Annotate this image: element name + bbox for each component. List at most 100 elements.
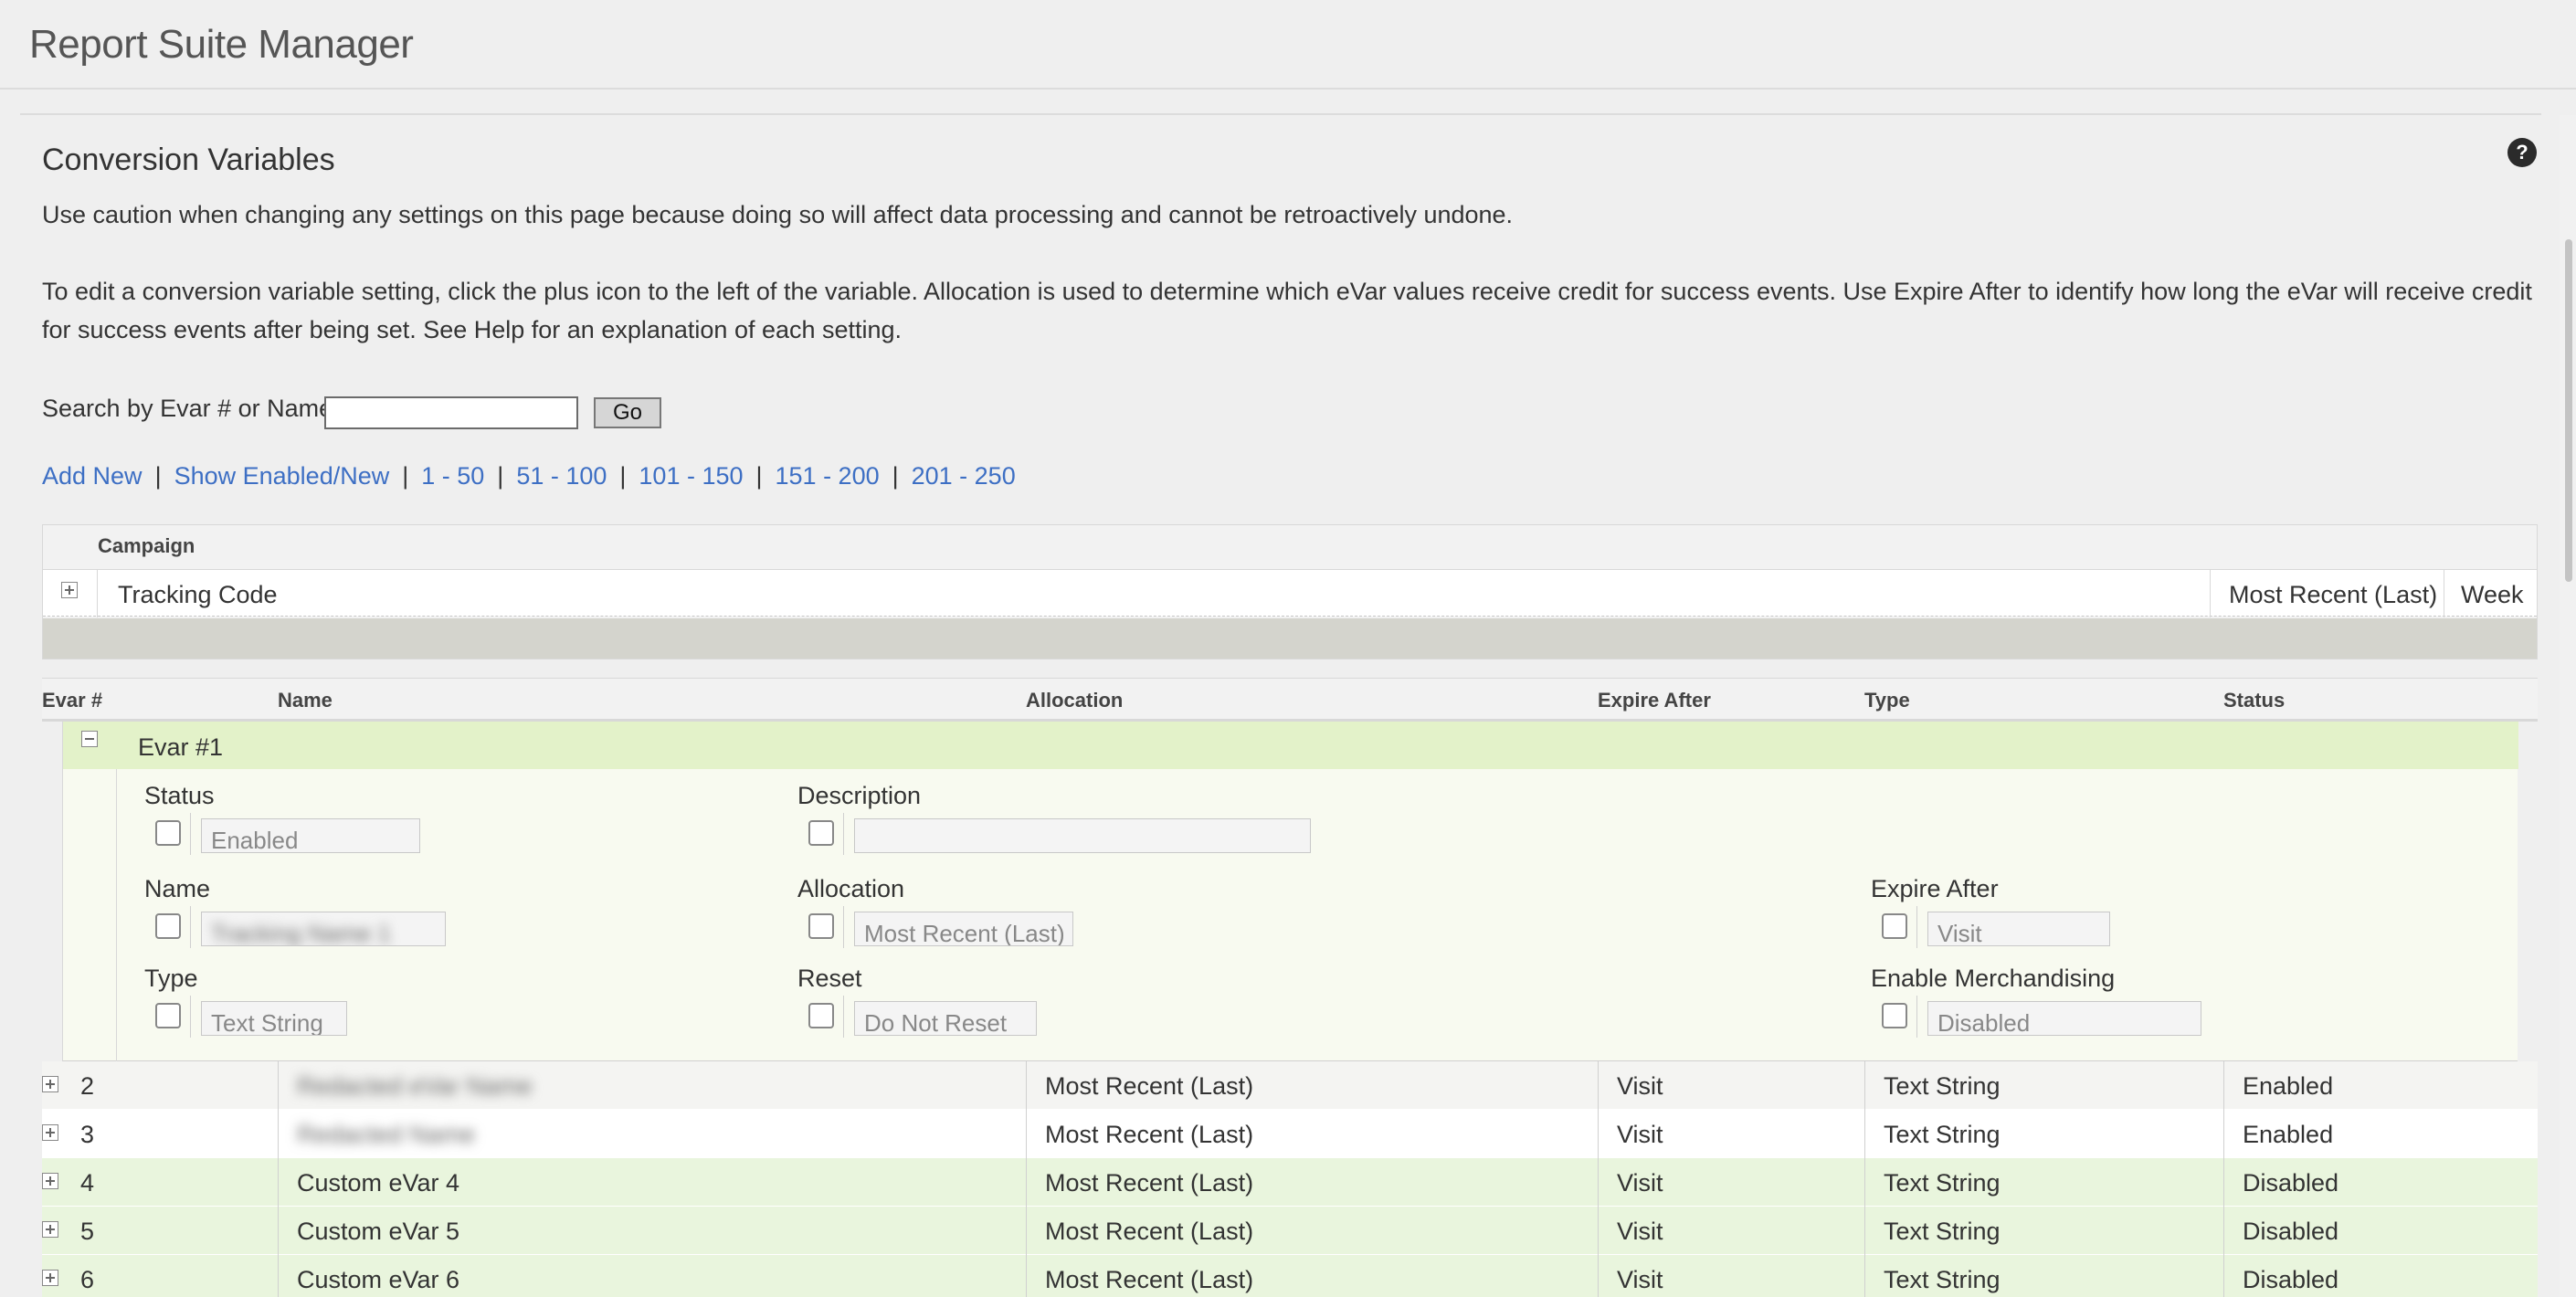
nav-separator: |	[154, 462, 162, 490]
evar-allocation: Most Recent (Last)	[1026, 1061, 1598, 1110]
expand-plus-icon[interactable]	[42, 1221, 58, 1238]
tracking-code-expire: Week	[2444, 570, 2537, 617]
range-link-101-150[interactable]: 101 - 150	[639, 462, 743, 490]
col-header-name[interactable]: Name	[278, 689, 333, 712]
scrollbar-thumb[interactable]	[2565, 239, 2572, 582]
evar-status: Disabled	[2223, 1158, 2538, 1207]
tracking-code-allocation: Most Recent (Last)	[2210, 570, 2444, 617]
description-divider	[843, 813, 844, 855]
evar-1-settings: Status Enabled Description Name Tracking…	[116, 769, 2518, 1061]
evar-expire: Visit	[1598, 1207, 1864, 1255]
collapse-minus-icon[interactable]	[81, 731, 98, 747]
evar-name-cell: Redacted Name	[278, 1110, 1026, 1158]
evar-name: Redacted Name	[297, 1121, 476, 1148]
evar-row-3[interactable]: 3 Redacted Name Most Recent (Last) Visit…	[42, 1110, 2538, 1158]
col-header-allocation[interactable]: Allocation	[1026, 689, 1123, 712]
show-enabled-link[interactable]: Show Enabled/New	[174, 462, 390, 490]
nav-separator: |	[892, 462, 899, 490]
add-new-link[interactable]: Add New	[42, 462, 143, 490]
col-header-evar[interactable]: Evar #	[42, 689, 102, 712]
evar-type: Text String	[1864, 1110, 2223, 1158]
page-scrollbar[interactable]	[2560, 115, 2576, 1297]
expand-plus-icon[interactable]	[42, 1124, 58, 1141]
name-checkbox[interactable]	[155, 913, 181, 939]
evar-number: 2	[80, 1072, 95, 1100]
campaign-footer-strip	[43, 618, 2537, 659]
evar-table-header: Evar # Name Allocation Expire After Type…	[42, 678, 2538, 722]
expire-field[interactable]: Visit	[1927, 912, 2110, 946]
type-field[interactable]: Text String	[201, 1001, 347, 1036]
merchandising-label: Enable Merchandising	[1871, 965, 2116, 992]
col-header-type[interactable]: Type	[1864, 689, 1910, 712]
name-field[interactable]: Tracking Name 1	[201, 912, 446, 946]
evar-expire: Visit	[1598, 1110, 1864, 1158]
evar-expire: Visit	[1598, 1255, 1864, 1297]
type-checkbox[interactable]	[155, 1003, 181, 1028]
evar-type: Text String	[1864, 1255, 2223, 1297]
nav-separator: |	[497, 462, 504, 490]
expire-checkbox[interactable]	[1882, 913, 1907, 939]
description-label: Description	[797, 782, 922, 809]
reset-field[interactable]: Do Not Reset	[854, 1001, 1037, 1036]
name-field-value: Tracking Name 1	[211, 920, 391, 946]
nav-separator: |	[402, 462, 409, 490]
range-link-151-200[interactable]: 151 - 200	[776, 462, 880, 490]
reset-checkbox[interactable]	[808, 1003, 834, 1028]
col-header-expire[interactable]: Expire After	[1598, 689, 1711, 712]
name-divider	[190, 906, 191, 948]
evar-name: Redacted eVar Name	[297, 1072, 533, 1100]
reset-label: Reset	[797, 965, 862, 992]
allocation-divider	[843, 906, 844, 948]
allocation-checkbox[interactable]	[808, 913, 834, 939]
evar-status: Disabled	[2223, 1255, 2538, 1297]
evar-expire: Visit	[1598, 1061, 1864, 1110]
evar-row-6[interactable]: 6 Custom eVar 6 Most Recent (Last) Visit…	[42, 1255, 2538, 1297]
evar-number: 5	[80, 1218, 95, 1245]
evar-1-toggle-cell	[63, 722, 116, 769]
status-field[interactable]: Enabled	[201, 818, 420, 853]
evar-row-2[interactable]: 2 Redacted eVar Name Most Recent (Last) …	[42, 1061, 2538, 1110]
expand-plus-icon[interactable]	[42, 1173, 58, 1189]
evar-type: Text String	[1864, 1061, 2223, 1110]
col-header-status[interactable]: Status	[2223, 689, 2285, 712]
merchandising-field[interactable]: Disabled	[1927, 1001, 2201, 1036]
merchandising-checkbox[interactable]	[1882, 1003, 1907, 1028]
evar-status: Enabled	[2223, 1110, 2538, 1158]
type-divider	[190, 996, 191, 1038]
expand-plus-icon[interactable]	[42, 1270, 58, 1286]
evar-status: Disabled	[2223, 1207, 2538, 1255]
reset-divider	[843, 996, 844, 1038]
evar-row-5[interactable]: 5 Custom eVar 5 Most Recent (Last) Visit…	[42, 1207, 2538, 1255]
tracking-code-name: Tracking Code	[118, 581, 278, 608]
description-field[interactable]	[854, 818, 1311, 853]
evar-type: Text String	[1864, 1158, 2223, 1207]
evar-1-title: Evar #1	[138, 733, 224, 761]
search-input[interactable]	[324, 396, 578, 429]
help-icon[interactable]: ?	[2507, 138, 2537, 167]
evar-name: Custom eVar 6	[278, 1255, 1026, 1297]
range-link-51-100[interactable]: 51 - 100	[516, 462, 607, 490]
campaign-header: Campaign	[98, 534, 195, 557]
evar-number: 6	[80, 1266, 95, 1293]
expand-plus-icon[interactable]	[61, 582, 78, 598]
search-label: Search by Evar # or Name:	[42, 395, 340, 422]
allocation-label: Allocation	[797, 875, 905, 902]
expand-plus-icon[interactable]	[42, 1076, 58, 1092]
campaign-table: Campaign Tracking Code Most Recent (Last…	[42, 524, 2538, 659]
range-link-1-50[interactable]: 1 - 50	[421, 462, 484, 490]
description-checkbox[interactable]	[808, 820, 834, 846]
header-divider	[20, 113, 2541, 115]
evar-allocation: Most Recent (Last)	[1026, 1255, 1598, 1297]
nav-separator: |	[755, 462, 763, 490]
evar-type: Text String	[1864, 1207, 2223, 1255]
evar-row-4[interactable]: 4 Custom eVar 4 Most Recent (Last) Visit…	[42, 1158, 2538, 1207]
evar-1-editor: Evar #1 Status Enabled Description Name …	[62, 722, 2518, 1061]
allocation-field[interactable]: Most Recent (Last)	[854, 912, 1073, 946]
status-checkbox[interactable]	[155, 820, 181, 846]
evar-name: Custom eVar 4	[278, 1158, 1026, 1207]
evar-table: Evar # Name Allocation Expire After Type…	[42, 678, 2538, 1297]
range-link-201-250[interactable]: 201 - 250	[912, 462, 1016, 490]
go-button[interactable]: Go	[594, 397, 661, 428]
expire-divider	[1916, 906, 1917, 948]
warning-text: Use caution when changing any settings o…	[42, 201, 1514, 228]
